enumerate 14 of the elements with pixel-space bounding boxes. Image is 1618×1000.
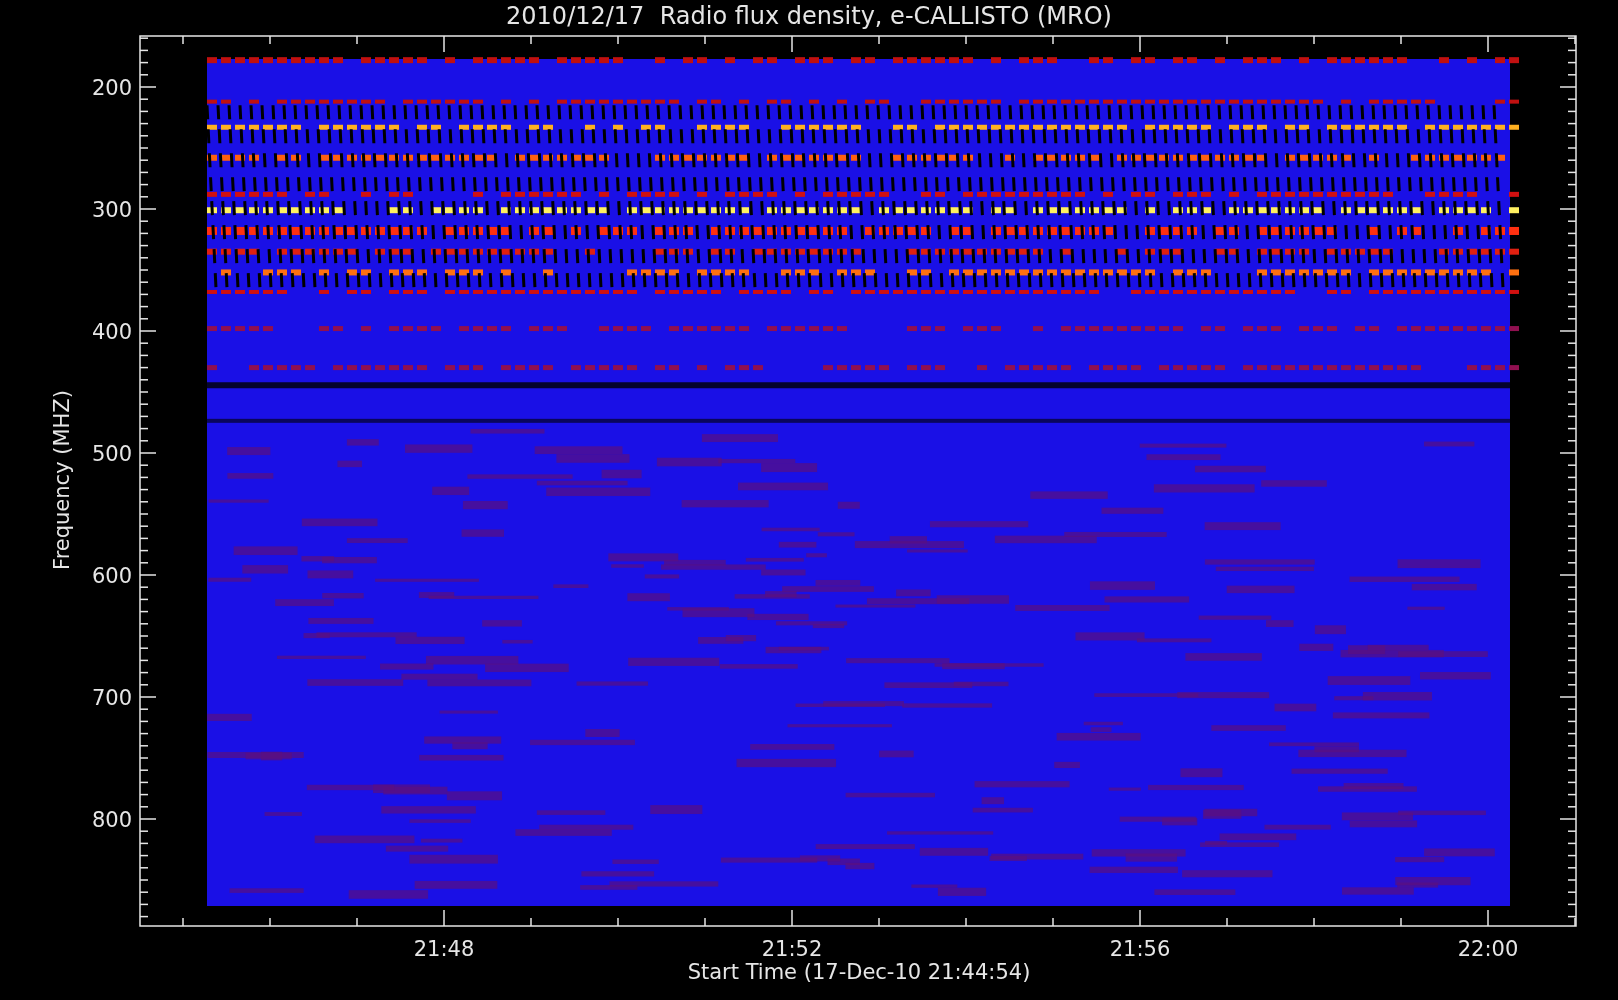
y-tick-label: 500 xyxy=(91,442,132,466)
y-tick-label: 600 xyxy=(91,564,132,588)
x-axis-label: Start Time (17-Dec-10 21:44:54) xyxy=(687,960,1031,984)
y-tick-label: 200 xyxy=(91,76,132,100)
plot-title: 2010/12/17 Radio flux density, e-CALLISTO (MRO) xyxy=(506,2,1112,30)
x-tick-label: 22:00 xyxy=(1457,937,1519,961)
x-tick-label: 21:52 xyxy=(761,937,823,961)
x-tick-label: 21:56 xyxy=(1109,937,1171,961)
y-axis-label: Frequency (MHZ) xyxy=(50,390,74,570)
y-tick-label: 700 xyxy=(91,686,132,710)
y-tick-label: 400 xyxy=(91,320,132,344)
x-tick-label: 21:48 xyxy=(413,937,475,961)
y-tick-label: 300 xyxy=(91,198,132,222)
y-tick-label: 800 xyxy=(91,808,132,832)
